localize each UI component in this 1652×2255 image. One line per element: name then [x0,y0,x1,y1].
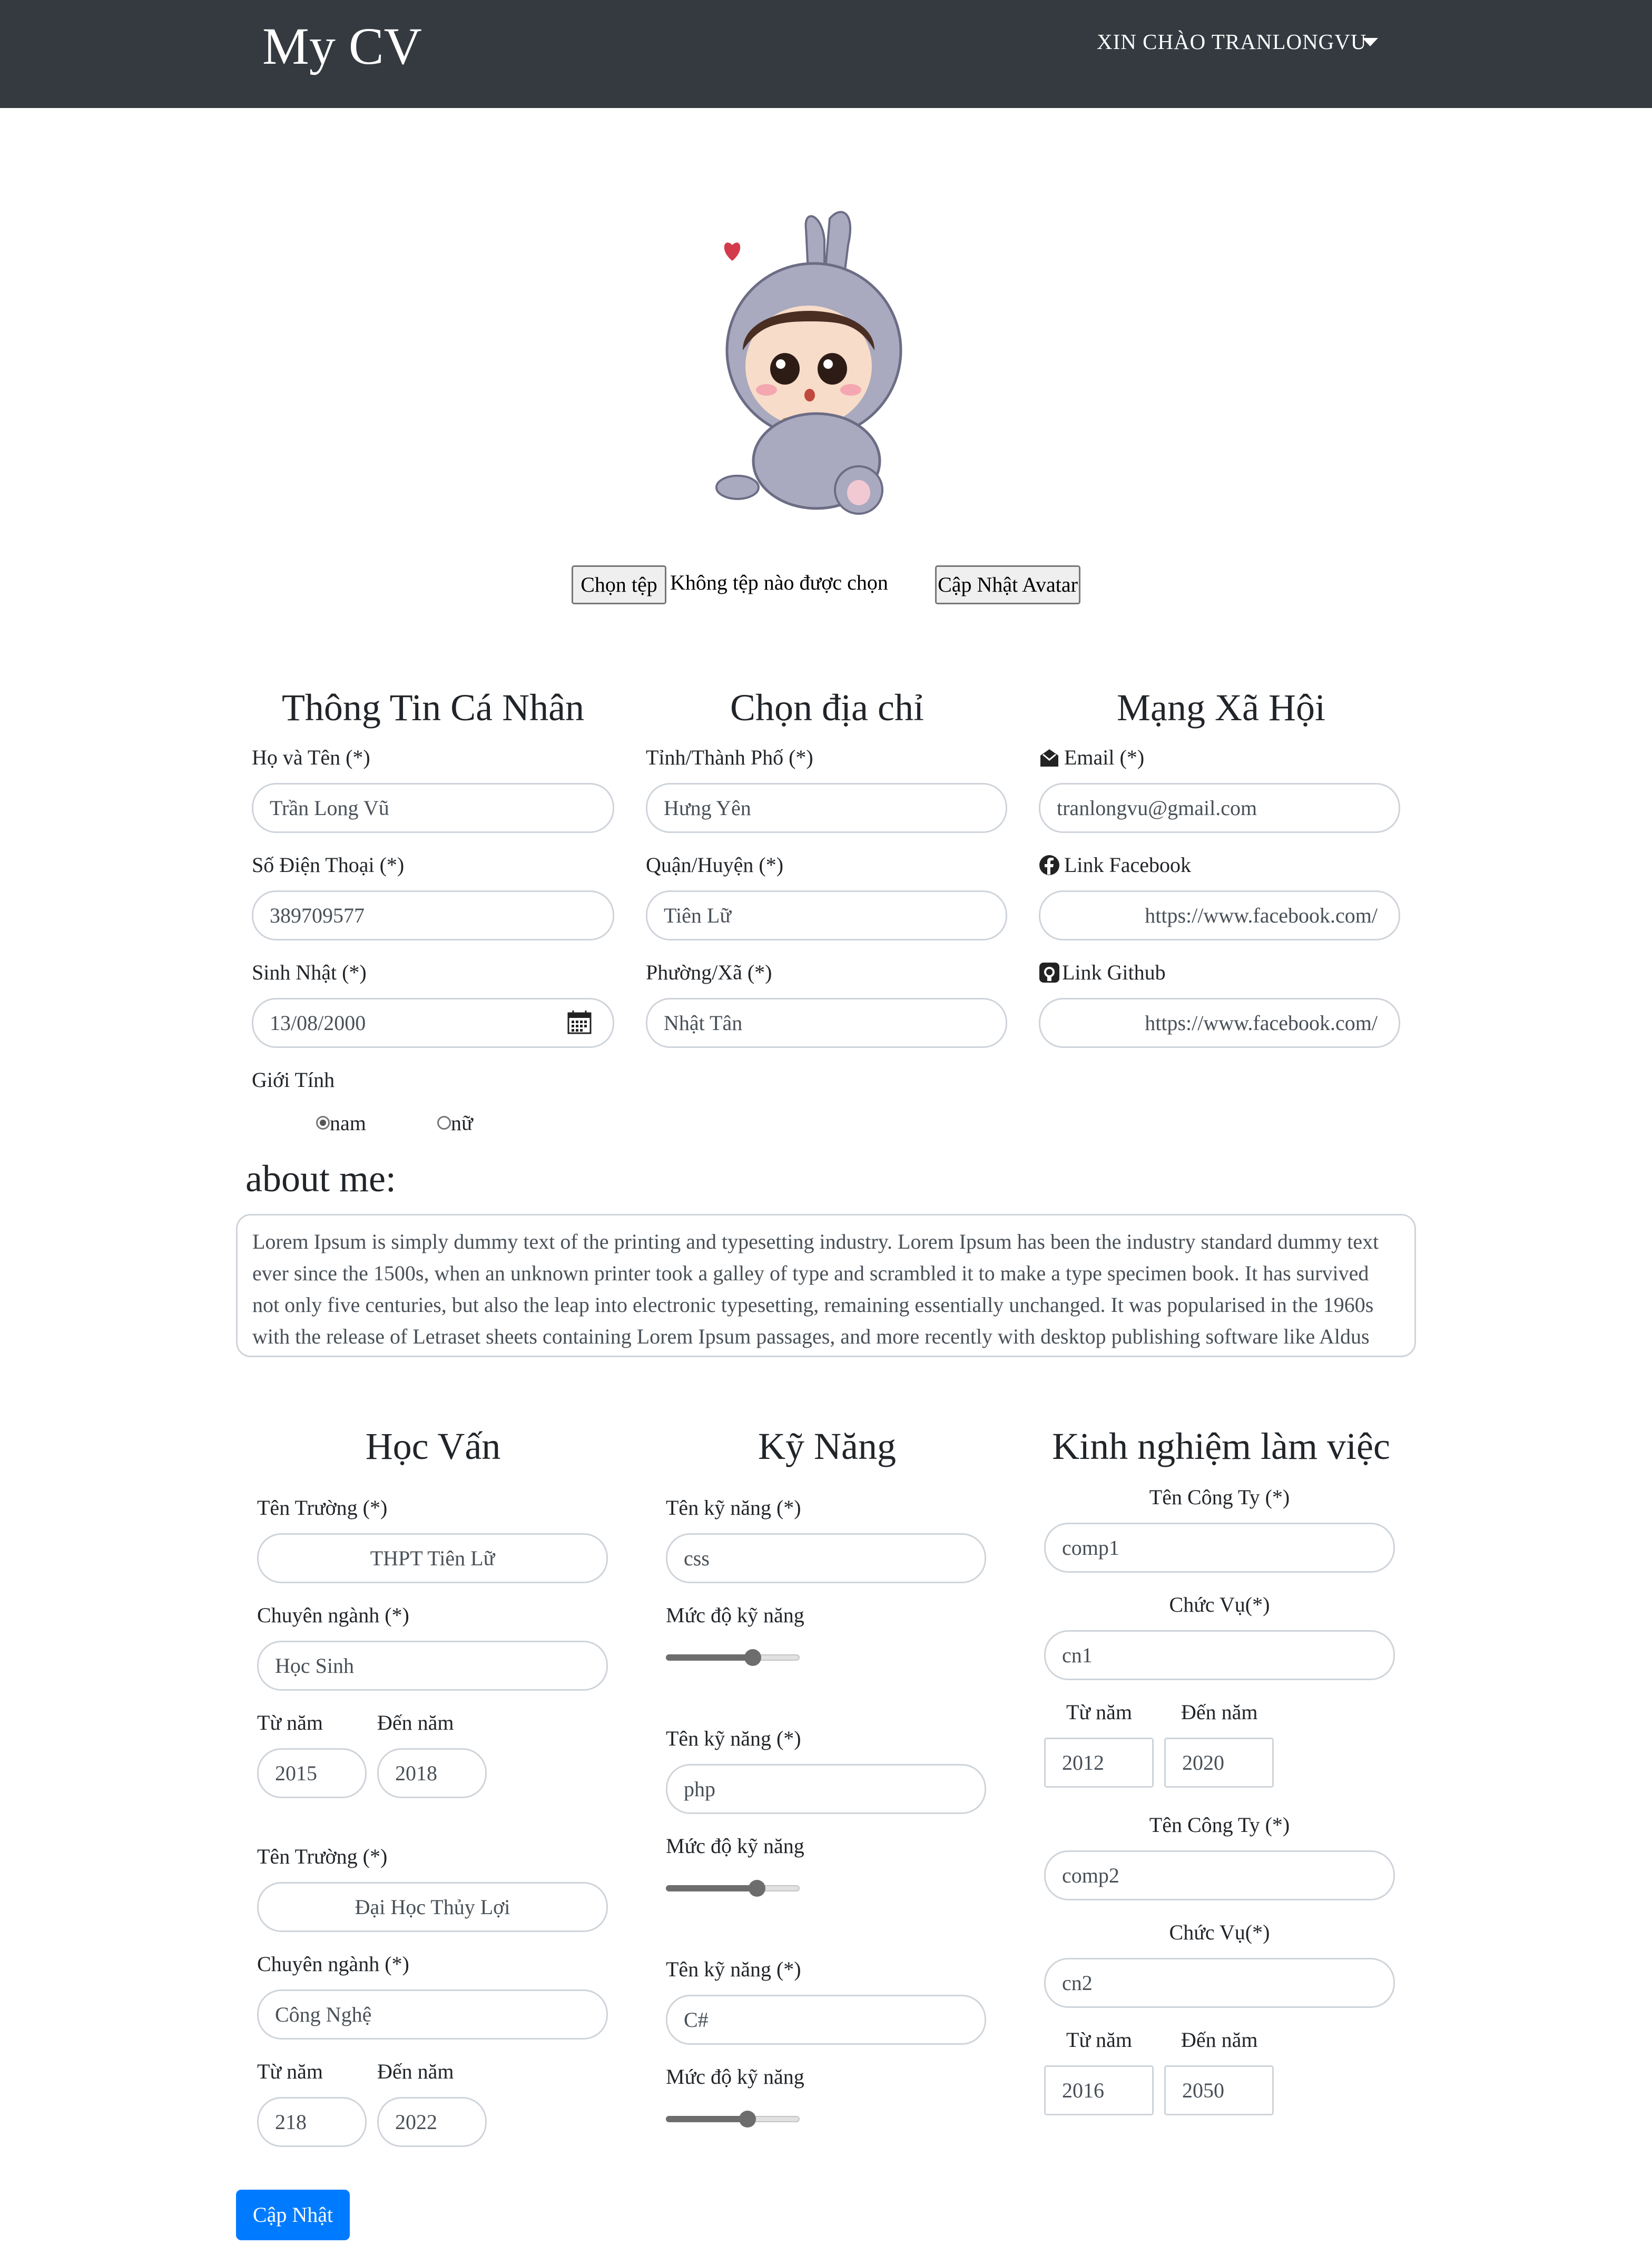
skill-level-label: Mức độ kỹ năng [666,1834,804,1858]
major-label: Chuyên ngành (*) [257,1952,409,1976]
file-status: Không tệp nào được chọn [670,571,888,594]
calendar-icon[interactable] [567,1009,592,1035]
facebook-input[interactable]: https://www.facebook.com/ [1039,890,1400,940]
slider-thumb[interactable] [739,2111,756,2127]
company-input[interactable]: comp2 [1044,1850,1395,1900]
gender-female-label: nữ [451,1111,473,1135]
skills-title: Kỹ Năng [758,1425,896,1467]
avatar-image [715,211,902,515]
skill-name-label: Tên kỹ năng (*) [666,1496,801,1519]
district-select[interactable]: Tiên Lữ [646,890,1007,940]
update-avatar-button[interactable]: Cập Nhật Avatar [935,565,1080,604]
school-input[interactable]: Đại Học Thủy Lợi [257,1882,608,1932]
from-year-input[interactable]: 218 [257,2097,367,2147]
slider-fill [666,1654,753,1661]
to-year-input[interactable]: 2022 [377,2097,487,2147]
province-label: Tỉnh/Thành Phố (*) [646,746,813,769]
skill-name-label: Tên kỹ năng (*) [666,1957,801,1981]
slider-fill [666,2116,748,2122]
from-year-label: Từ năm [257,1711,323,1734]
facebook-icon [1039,855,1059,875]
education-title: Học Vấn [365,1425,501,1467]
gender-male-label: nam [330,1111,366,1135]
personal-info-title: Thông Tin Cá Nhân [281,687,585,729]
ward-select[interactable]: Nhật Tân [646,998,1007,1048]
envelope-icon [1040,749,1058,767]
birthday-label: Sinh Nhật (*) [252,960,367,984]
major-input[interactable]: Công Nghệ [257,1989,608,2040]
gender-female-radio[interactable] [437,1116,451,1130]
about-textarea[interactable]: Lorem Ipsum is simply dummy text of the … [236,1214,1416,1357]
user-greeting-dropdown[interactable]: XIN CHÀO TRANLONGVU [1097,29,1367,55]
email-label: Email (*) [1064,746,1145,769]
skill-name-label: Tên kỹ năng (*) [666,1727,801,1750]
from-year-input[interactable]: 2015 [257,1748,367,1798]
social-title: Mạng Xã Hội [1117,687,1325,729]
from-year-input[interactable]: 2012 [1044,1738,1154,1788]
github-icon [1039,963,1059,983]
to-year-label: Đến năm [377,1711,454,1734]
gender-label: Giới Tính [252,1068,335,1092]
to-year-label: Đến năm [1181,2028,1258,2052]
from-year-input[interactable]: 2016 [1044,2065,1154,2115]
name-input[interactable]: Trần Long Vũ [252,783,614,833]
address-title: Chọn địa chỉ [730,687,924,729]
from-year-label: Từ năm [1066,1700,1132,1724]
facebook-label: Link Facebook [1064,853,1192,877]
province-select[interactable]: Hưng Yên [646,783,1007,833]
slider-thumb[interactable] [748,1880,765,1897]
company-label: Tên Công Ty (*) [1149,1485,1290,1509]
brand-title[interactable]: My CV [262,15,422,78]
district-label: Quận/Huyện (*) [646,853,784,877]
birthday-input[interactable]: 13/08/2000 [252,998,614,1048]
skill-name-input[interactable]: C# [666,1995,986,2045]
skill-level-slider[interactable] [666,1878,800,1899]
position-label: Chức Vụ(*) [1169,1593,1270,1616]
skill-level-label: Mức độ kỹ năng [666,2065,804,2089]
slider-fill [666,1885,757,1891]
ward-label: Phường/Xã (*) [646,960,772,984]
position-input[interactable]: cn1 [1044,1630,1395,1680]
caret-down-icon[interactable] [1362,38,1378,46]
to-year-input[interactable]: 2018 [377,1748,487,1798]
slider-thumb[interactable] [744,1649,762,1666]
choose-file-button[interactable]: Chọn tệp [572,565,666,604]
experience-title: Kinh nghiệm làm việc [1052,1425,1390,1467]
update-button[interactable]: Cập Nhật [236,2190,350,2240]
skill-level-slider[interactable] [666,2109,800,2130]
company-label: Tên Công Ty (*) [1149,1813,1290,1837]
skill-level-label: Mức độ kỹ năng [666,1603,804,1627]
position-label: Chức Vụ(*) [1169,1920,1270,1944]
from-year-label: Từ năm [257,2060,323,2083]
to-year-label: Đến năm [377,2060,454,2083]
github-input[interactable]: https://www.facebook.com/ [1039,998,1400,1048]
to-year-label: Đến năm [1181,1700,1258,1724]
skill-name-input[interactable]: php [666,1764,986,1814]
name-label: Họ và Tên (*) [252,746,370,769]
major-input[interactable]: Học Sinh [257,1641,608,1691]
school-label: Tên Trường (*) [257,1496,388,1519]
company-input[interactable]: comp1 [1044,1523,1395,1573]
major-label: Chuyên ngành (*) [257,1603,409,1627]
school-label: Tên Trường (*) [257,1845,388,1868]
to-year-input[interactable]: 2020 [1164,1738,1274,1788]
github-label: Link Github [1062,960,1166,984]
skill-name-input[interactable]: css [666,1533,986,1583]
navbar: My CV XIN CHÀO TRANLONGVU [0,0,1652,108]
to-year-input[interactable]: 2050 [1164,2065,1274,2115]
skill-level-slider[interactable] [666,1647,800,1668]
about-title: about me: [245,1158,396,1200]
phone-input[interactable]: 389709577 [252,890,614,940]
phone-label: Số Điện Thoại (*) [252,853,405,877]
gender-male-radio[interactable] [316,1116,330,1130]
school-input[interactable]: THPT Tiên Lữ [257,1533,608,1583]
position-input[interactable]: cn2 [1044,1958,1395,2008]
email-input[interactable]: tranlongvu@gmail.com [1039,783,1400,833]
from-year-label: Từ năm [1066,2028,1132,2052]
